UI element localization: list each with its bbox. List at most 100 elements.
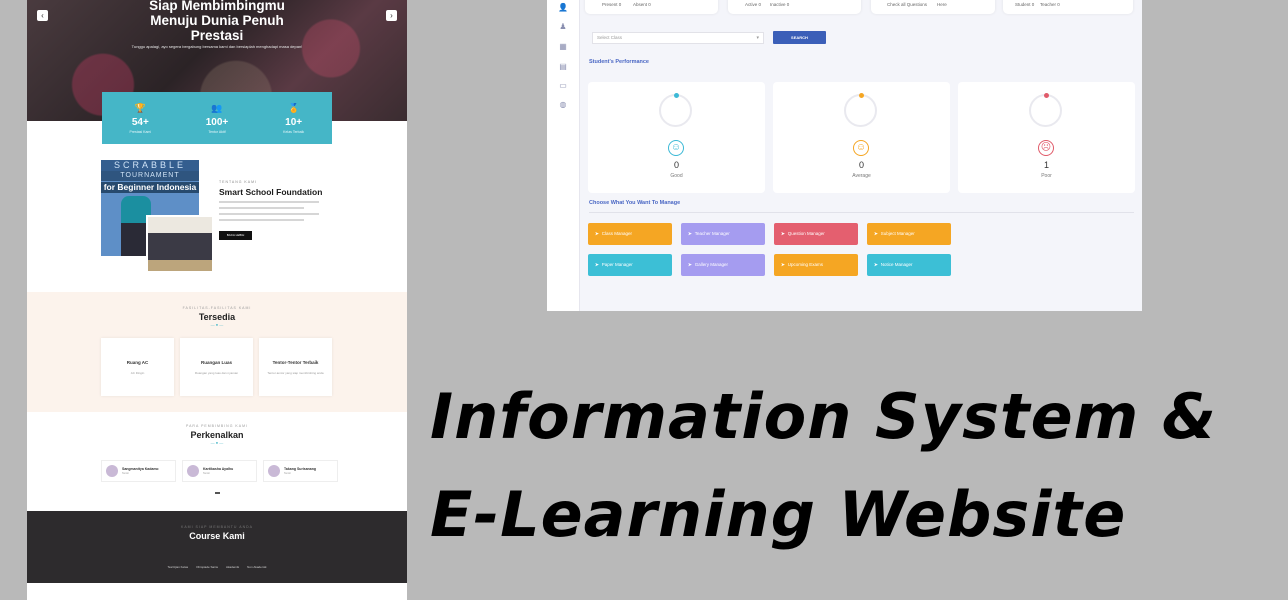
button-label: Upcoming Exams <box>787 262 824 267</box>
chevron-right-icon: ➤ <box>688 231 692 236</box>
progress-ring <box>844 93 877 127</box>
stat-value: 54+ <box>131 116 149 128</box>
course-tab[interactable]: Non Akademik <box>247 565 266 569</box>
about-section: SCRABBLE TOURNAMENT for Beginner Indones… <box>101 160 401 280</box>
text-placeholder-line <box>219 207 304 209</box>
banner-text: SCRABBLE <box>101 160 199 171</box>
stat-text: Active 0 <box>745 2 762 7</box>
read-more-button[interactable]: BACA LEBIH <box>219 231 252 240</box>
mentor-card[interactable]: Kartikasha Ayalhu Tentor <box>182 460 257 482</box>
hero-title-line: Menuju Dunia Penuh <box>150 13 284 28</box>
performance-value: 1 <box>1043 160 1049 170</box>
button-label: Teacher Manager <box>694 231 730 236</box>
stat-text: Check all Questions <box>887 2 928 7</box>
progress-ring <box>659 93 692 127</box>
about-eyebrow: TENTANG KAMI <box>219 180 257 184</box>
progress-ring <box>1029 93 1062 127</box>
chevron-right-icon: ➤ <box>688 262 692 267</box>
button-label: Subject Manager <box>880 231 915 236</box>
facility-title: Tentor-Tentor Terbaik <box>272 360 319 365</box>
performance-label: Poor <box>1041 173 1052 179</box>
stat-value: 10+ <box>285 116 303 128</box>
subject-manager-button[interactable]: ➤ Subject Manager <box>867 223 951 245</box>
mentor-card[interactable]: Takang Surisanang Tentor <box>263 460 338 482</box>
performance-cards: ☺ 0 Good ☺ 0 Average ☹ 1 Poor <box>588 82 1135 193</box>
chevron-right-icon: ➤ <box>595 231 599 236</box>
globe-icon[interactable]: ◍ <box>557 100 569 110</box>
teacher-icon[interactable]: ♟ <box>557 22 569 32</box>
mentor-role: Tentor <box>203 472 210 475</box>
facilities-title: Tersedia <box>198 312 236 322</box>
avatar <box>106 465 118 477</box>
upcoming-exams-button[interactable]: ➤ Upcoming Exams <box>774 254 858 276</box>
mentor-list: Sangmanitya Kadamo Tentor Kartikasha Aya… <box>101 460 338 482</box>
group-photo <box>146 215 214 273</box>
stat-card: Student 0 Teacher 0 <box>1003 0 1133 14</box>
teacher-manager-button[interactable]: ➤ Teacher Manager <box>681 223 765 245</box>
chevron-right-icon: ➤ <box>874 262 878 267</box>
chevron-right-icon: ➤ <box>595 262 599 267</box>
banner-text: TOURNAMENT <box>101 171 199 181</box>
notice-manager-button[interactable]: ➤ Notice Manager <box>867 254 951 276</box>
chevron-right-icon: ➤ <box>781 262 785 267</box>
stat-item: 👥 100+ Tentor Aktif <box>182 103 252 134</box>
courses-eyebrow: KAMI SIAP MEMBANTU ANDA <box>181 525 253 529</box>
divider-dots-icon: — ● — <box>210 322 224 327</box>
neutral-face-icon: ☺ <box>853 140 869 156</box>
ring-marker <box>674 93 679 98</box>
calendar-icon[interactable]: ▦ <box>557 42 569 52</box>
award-icon: 🏅 <box>288 102 300 113</box>
text-placeholder-line <box>219 219 304 221</box>
performance-title: Student's Performance <box>589 59 649 65</box>
happy-face-icon: ☺ <box>668 140 684 156</box>
hero-title-line: Prestasi <box>190 28 244 43</box>
button-label: Class Manager <box>601 231 633 236</box>
button-label: Gallery Manager <box>694 262 729 267</box>
user-icon[interactable]: 👤 <box>557 3 569 13</box>
mentor-card[interactable]: Sangmanitya Kadamo Tentor <box>101 460 176 482</box>
facility-desc: Ruangan yang luas dan nyaman <box>194 371 239 375</box>
text-placeholder-line <box>219 213 319 215</box>
trophy-icon: 🏆 <box>134 102 146 113</box>
class-manager-button[interactable]: ➤ Class Manager <box>588 223 672 245</box>
mentors-section: PARA PEMBIMBING KAMI Perkenalkan — ● — S… <box>27 424 407 508</box>
section-divider <box>589 212 1134 213</box>
stat-text: Teacher 0 <box>1040 2 1060 7</box>
stat-text: Absent 0 <box>633 2 651 7</box>
avatar <box>268 465 280 477</box>
sad-face-icon: ☹ <box>1038 140 1054 156</box>
admin-dashboard-screenshot: 👤 ♟ ▦ ▤ ▭ ◍ Present 0 Absent 0 Active 0 … <box>547 0 1142 311</box>
stat-item: 🏆 54+ Prestasi Kami <box>105 103 175 134</box>
paper-manager-button[interactable]: ➤ Paper Manager <box>588 254 672 276</box>
stat-card: Present 0 Absent 0 <box>585 0 718 14</box>
course-tab[interactable]: Akademik <box>226 565 239 569</box>
hero-subtitle: Tunggu apalagi, ayo segera bergabung ber… <box>131 44 303 49</box>
document-icon[interactable]: ▤ <box>557 62 569 72</box>
performance-card-poor: ☹ 1 Poor <box>958 82 1135 193</box>
facility-card: Ruang AC AC Dingin <box>101 338 174 396</box>
ring-marker <box>859 93 864 98</box>
question-manager-button[interactable]: ➤ Question Manager <box>774 223 858 245</box>
stat-card: Active 0 Inactive 0 <box>728 0 861 14</box>
button-label: Paper Manager <box>601 262 633 267</box>
stats-bar: 🏆 54+ Prestasi Kami 👥 100+ Tentor Aktif … <box>102 92 332 144</box>
facility-desc: Tentor-tentor yang siap membimbing anda <box>267 371 324 375</box>
search-button[interactable]: SEARCH <box>773 31 826 44</box>
mentor-name: Kartikasha Ayalhu <box>203 467 234 471</box>
hero-title: Siap Membimbingmu Menuju Dunia Penuh Pre… <box>27 0 407 43</box>
courses-title: Course Kami <box>189 531 245 541</box>
course-tab[interactable]: Tes/Ujian Kelas <box>167 565 188 569</box>
landing-page-screenshot: ‹ › Siap Membimbingmu Menuju Dunia Penuh… <box>27 0 407 600</box>
course-tab[interactable]: Olimpiade Sains <box>196 565 218 569</box>
class-select[interactable]: Select Class <box>592 32 764 44</box>
mentor-name: Sangmanitya Kadamo <box>122 467 159 471</box>
performance-value: 0 <box>858 160 864 170</box>
stat-text: Inactive 0 <box>770 2 790 7</box>
carousel-pager[interactable] <box>215 492 220 494</box>
stat-card[interactable]: Check all Questions Here <box>871 0 995 14</box>
users-icon: 👥 <box>211 102 223 113</box>
gallery-manager-button[interactable]: ➤ Gallery Manager <box>681 254 765 276</box>
performance-value: 0 <box>673 160 679 170</box>
facility-desc: AC Dingin <box>130 371 145 375</box>
id-card-icon[interactable]: ▭ <box>557 81 569 91</box>
